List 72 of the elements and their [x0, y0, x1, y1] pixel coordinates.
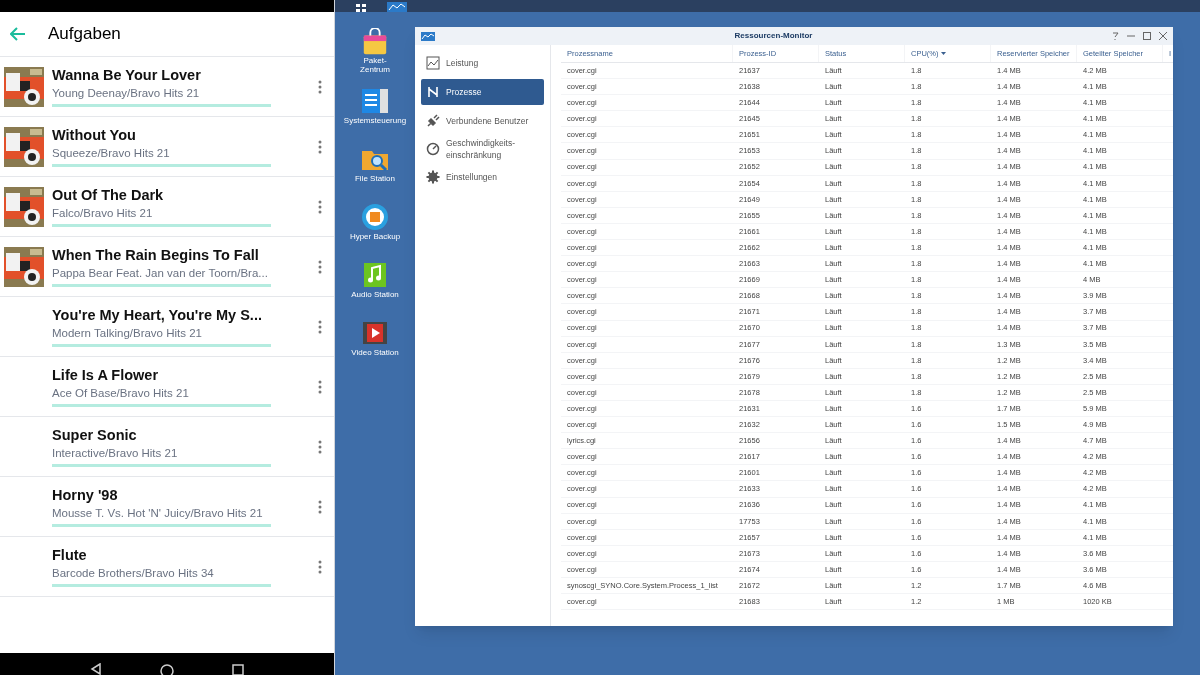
- task-row[interactable]: Without You Squeeze/Bravo Hits 21: [0, 117, 334, 177]
- song-title: Horny '98: [52, 486, 119, 505]
- song-subtitle: Modern Talking/Bravo Hits 21: [52, 326, 202, 341]
- grid-icon[interactable]: [355, 4, 367, 12]
- song-title: Super Sonic: [52, 426, 138, 445]
- song-subtitle: Squeeze/Bravo Hits 21: [52, 146, 170, 161]
- shortcut-label: Video Station: [351, 348, 399, 357]
- recents-icon[interactable]: [232, 663, 244, 675]
- desktop-shortcut[interactable]: Video Station: [337, 318, 413, 364]
- header-title: Aufgaben: [48, 23, 121, 46]
- control-panel-icon: [360, 86, 390, 116]
- chart-icon: [421, 31, 435, 41]
- more-icon[interactable]: [318, 259, 322, 274]
- desktop-shortcut[interactable]: Systemsteuerung: [337, 86, 413, 132]
- desktop-shortcut[interactable]: Hyper Backup: [337, 202, 413, 248]
- back-arrow-icon[interactable]: [10, 27, 26, 41]
- song-title: Wanna Be Your Lover: [52, 66, 202, 85]
- gauge-icon: [426, 142, 440, 156]
- more-icon[interactable]: [318, 319, 322, 334]
- process-icon: [426, 85, 440, 99]
- song-title: When The Rain Begins To Fall: [52, 246, 260, 265]
- settings-icon: [426, 170, 440, 184]
- task-row[interactable]: Flute Barcode Brothers/Bravo Hits 34: [0, 537, 334, 597]
- sidebar-item[interactable]: Geschwindigkeits- einschränkung: [421, 137, 544, 161]
- song-subtitle: Pappa Bear Feat. Jan van der Toorn/Bra...: [52, 266, 268, 281]
- more-icon[interactable]: [318, 79, 322, 94]
- task-row[interactable]: Out Of The Dark Falco/Bravo Hits 21: [0, 177, 334, 237]
- shortcut-label: Paket- Zentrum: [360, 56, 390, 74]
- song-title: Without You: [52, 126, 137, 145]
- backup-icon: [360, 202, 390, 232]
- task-row[interactable]: Life Is A Flower Ace Of Base/Bravo Hits 21: [0, 357, 334, 417]
- more-icon[interactable]: [318, 439, 322, 454]
- sidebar-item[interactable]: Prozesse: [421, 79, 544, 105]
- maximize-icon[interactable]: [1143, 32, 1151, 40]
- shortcut-label: Audio Station: [351, 290, 399, 299]
- shortcut-label: File Station: [355, 174, 395, 183]
- sidebar-item[interactable]: Einstellungen: [421, 165, 544, 189]
- task-row[interactable]: Wanna Be Your Lover Young Deenay/Bravo Hits 21: [0, 57, 334, 117]
- song-subtitle: Falco/Bravo Hits 21: [52, 206, 153, 221]
- task-row[interactable]: Super Sonic Interactive/Bravo Hits 21: [0, 417, 334, 477]
- desktop-shortcut[interactable]: Audio Station: [337, 260, 413, 306]
- back-icon[interactable]: [90, 663, 102, 675]
- song-title: You're My Heart, You're My S...: [52, 306, 263, 325]
- task-row[interactable]: Horny '98 Mousse T. Vs. Hot 'N' Juicy/Bravo Hits 21: [0, 477, 334, 537]
- shortcut-label: Hyper Backup: [349, 232, 401, 241]
- sidebar-item[interactable]: Verbundene Benutzer: [421, 109, 544, 133]
- song-subtitle: Barcode Brothers/Bravo Hits 34: [52, 566, 214, 581]
- task-row[interactable]: When The Rain Begins To Fall Pappa Bear Feat. Jan van der Toorn/Bra...: [0, 237, 334, 297]
- plug-icon: [426, 114, 440, 128]
- home-icon[interactable]: [160, 663, 174, 675]
- song-title: Out Of The Dark: [52, 186, 165, 205]
- song-subtitle: Mousse T. Vs. Hot 'N' Juicy/Bravo Hits 21: [52, 506, 263, 521]
- chart-icon: [426, 56, 440, 70]
- task-row[interactable]: You're My Heart, You're My S... Modern Talking/Bravo Hits 21: [0, 297, 334, 357]
- song-title: Life Is A Flower: [52, 366, 160, 385]
- more-icon[interactable]: [318, 559, 322, 574]
- close-icon[interactable]: [1159, 32, 1167, 40]
- chart-icon[interactable]: [387, 2, 407, 12]
- song-subtitle: Ace Of Base/Bravo Hits 21: [52, 386, 189, 401]
- song-title: Flute: [52, 546, 88, 565]
- more-icon[interactable]: [318, 499, 322, 514]
- more-icon[interactable]: [318, 199, 322, 214]
- song-subtitle: Young Deenay/Bravo Hits 21: [52, 86, 200, 101]
- shortcut-label: Systemsteuerung: [343, 116, 407, 125]
- sidebar-item[interactable]: Leistung: [421, 51, 544, 75]
- desktop-shortcut[interactable]: File Station: [337, 144, 413, 190]
- more-icon[interactable]: [318, 139, 322, 154]
- desktop-shortcut[interactable]: Paket- Zentrum: [337, 28, 413, 74]
- more-icon[interactable]: [318, 379, 322, 394]
- help-icon[interactable]: [1112, 32, 1119, 40]
- window-title: Ressourcen-Monitor: [733, 30, 814, 42]
- song-subtitle: Interactive/Bravo Hits 21: [52, 446, 178, 461]
